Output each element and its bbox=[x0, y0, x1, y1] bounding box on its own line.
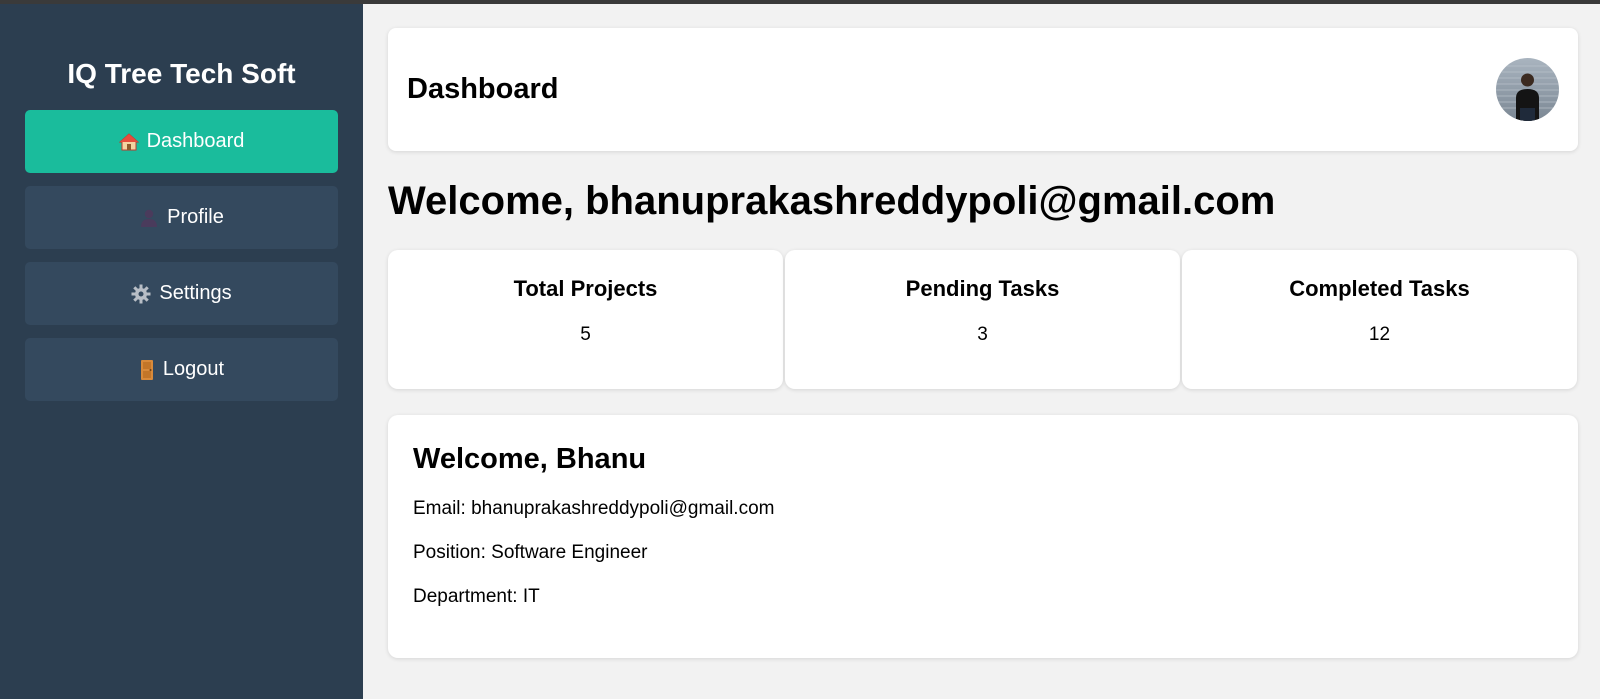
stat-card-completed-tasks: Completed Tasks 12 bbox=[1182, 250, 1577, 389]
brand-title: IQ Tree Tech Soft bbox=[67, 58, 296, 89]
stat-title: Pending Tasks bbox=[905, 276, 1060, 301]
profile-department: Department: IT bbox=[413, 586, 540, 607]
avatar[interactable] bbox=[1496, 58, 1559, 121]
profile-card: Welcome, Bhanu Email: bhanuprakashreddyp… bbox=[388, 415, 1578, 658]
sidebar-item-dashboard[interactable]: Dashboard bbox=[25, 110, 338, 173]
main-content: Dashboard Welcome, bhanuprakashreddypoli… bbox=[363, 4, 1600, 699]
profile-heading: Welcome, Bhanu bbox=[413, 443, 647, 475]
page-header: Dashboard bbox=[388, 28, 1578, 151]
sidebar-item-label: Settings bbox=[159, 282, 232, 304]
user-avatar-icon bbox=[1496, 65, 1559, 121]
stat-value: 3 bbox=[977, 324, 988, 345]
gear-icon bbox=[131, 284, 151, 304]
sidebar: IQ Tree Tech Soft Dashboard Profile Sett… bbox=[0, 4, 363, 699]
sidebar-item-settings[interactable]: Settings bbox=[25, 262, 338, 325]
stats-row: Total Projects 5 Pending Tasks 3 Complet… bbox=[388, 250, 1578, 389]
sidebar-item-label: Profile bbox=[167, 206, 224, 228]
sidebar-item-label: Dashboard bbox=[146, 130, 245, 152]
user-icon bbox=[139, 208, 159, 228]
stat-title: Total Projects bbox=[513, 276, 658, 301]
stat-card-total-projects: Total Projects 5 bbox=[388, 250, 783, 389]
sidebar-item-profile[interactable]: Profile bbox=[25, 186, 338, 249]
stat-card-pending-tasks: Pending Tasks 3 bbox=[785, 250, 1180, 389]
house-icon bbox=[118, 132, 139, 152]
stat-value: 12 bbox=[1368, 324, 1391, 345]
profile-email: Email: bhanuprakashreddypoli@gmail.com bbox=[413, 498, 775, 519]
sidebar-item-logout[interactable]: Logout bbox=[25, 338, 338, 401]
door-icon bbox=[139, 359, 155, 381]
stat-value: 5 bbox=[580, 324, 591, 345]
profile-position: Position: Software Engineer bbox=[413, 542, 648, 563]
stat-title: Completed Tasks bbox=[1289, 276, 1470, 301]
sidebar-item-label: Logout bbox=[162, 358, 225, 380]
welcome-heading: Welcome, bhanuprakashreddypoli@gmail.com bbox=[388, 179, 1276, 223]
page-title: Dashboard bbox=[407, 73, 559, 105]
